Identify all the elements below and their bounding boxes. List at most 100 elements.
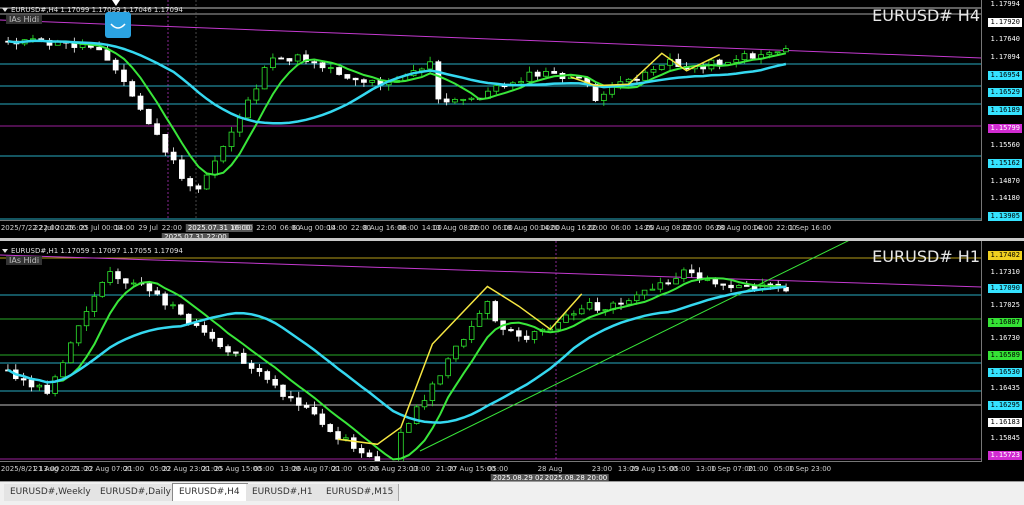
candle-body bbox=[704, 279, 711, 281]
price-label: 1.16887 bbox=[988, 317, 1022, 327]
candle-body bbox=[129, 81, 136, 97]
time-label: 06:00 bbox=[398, 224, 419, 232]
candle-body bbox=[508, 329, 514, 332]
candle-body bbox=[146, 283, 153, 292]
h4-header: EURUSD#,H4 1.17099 1.17099 1.17046 1.170… bbox=[2, 6, 183, 14]
candle-body bbox=[352, 77, 359, 81]
time-label: 05:00 bbox=[487, 465, 509, 473]
tab-eurusd--daily[interactable]: EURUSD#,Daily bbox=[94, 484, 173, 501]
candle-body bbox=[453, 345, 459, 360]
h4-time-axis[interactable]: 2025/7/22 22:00 22 Jul 2025 06:00 25 Jul 00… bbox=[0, 220, 982, 241]
time-label: 08:00 bbox=[232, 224, 253, 232]
h1-time-axis[interactable]: 2025/8/21 13:00 21 Aug 2025 21:00 22 Aug 07… bbox=[0, 461, 982, 482]
zigzag-line bbox=[338, 285, 583, 446]
moving-average-fast bbox=[7, 277, 787, 461]
price-label: 1.17994 bbox=[988, 0, 1022, 9]
candle-body bbox=[36, 384, 43, 388]
price-label: 1.16295 bbox=[988, 401, 1022, 410]
candle-body bbox=[68, 342, 74, 364]
candle-body bbox=[311, 61, 318, 64]
candle-body bbox=[99, 282, 106, 297]
price-label: 1.17920 bbox=[988, 17, 1022, 27]
candle-body bbox=[366, 452, 373, 458]
candle-body bbox=[633, 294, 640, 302]
h1-symbol-title: EURUSD# H1 bbox=[872, 247, 980, 266]
candle-body bbox=[335, 431, 341, 440]
candle-body bbox=[201, 325, 208, 333]
candle-body bbox=[492, 301, 499, 322]
candle-body bbox=[551, 71, 558, 74]
candle-body bbox=[154, 290, 161, 295]
candle-body bbox=[563, 314, 569, 323]
tab-eurusd--weekly[interactable]: EURUSD#,Weekly bbox=[4, 484, 95, 501]
candle-body bbox=[253, 88, 260, 101]
candle-body bbox=[733, 59, 740, 63]
candle-body bbox=[634, 78, 640, 81]
price-label: 1.16183 bbox=[988, 417, 1022, 427]
time-label: 14:00 bbox=[327, 224, 348, 232]
chart-h4[interactable]: EURUSD#,H4 1.17099 1.17099 1.17046 1.170… bbox=[0, 0, 1024, 241]
candle-body bbox=[91, 295, 98, 312]
h1-price-axis[interactable]: 1.17402 1.17310 1.17090 1.17025 1.16887 1.167… bbox=[981, 241, 1024, 461]
candle-body bbox=[286, 58, 293, 62]
candle-body bbox=[429, 383, 436, 401]
candle-body bbox=[240, 352, 247, 364]
time-label: 1 Sep 07:00 bbox=[710, 465, 754, 473]
tab-eurusd--h1[interactable]: EURUSD#,H1 bbox=[246, 484, 321, 501]
time-label: 21:00 bbox=[331, 465, 353, 473]
candle-body bbox=[782, 48, 789, 53]
tab-eurusd--m15[interactable]: EURUSD#,M15 bbox=[320, 484, 399, 501]
candle-body bbox=[272, 379, 278, 386]
candle-body bbox=[336, 67, 342, 75]
candle-body bbox=[427, 61, 433, 70]
indicator-badge-icon[interactable] bbox=[105, 12, 131, 38]
candle-body bbox=[650, 69, 657, 73]
time-label: 1 Sep 23:00 bbox=[788, 465, 832, 473]
price-label: 1.17402 bbox=[988, 251, 1022, 260]
candle-body bbox=[749, 53, 756, 59]
candle-body bbox=[30, 38, 36, 41]
candle-body bbox=[443, 98, 450, 103]
candle-body bbox=[327, 424, 333, 432]
candle-body bbox=[75, 325, 82, 344]
time-label: 22:00 bbox=[468, 224, 490, 232]
chart-h1[interactable]: EURUSD#,H1 1.17059 1.17097 1.17055 1.170… bbox=[0, 241, 1024, 482]
candle-body bbox=[657, 282, 664, 290]
candle-body bbox=[468, 97, 475, 100]
h4-symbol-title: EURUSD# H4 bbox=[872, 6, 980, 25]
candle-body bbox=[115, 271, 121, 280]
support-trendline[interactable] bbox=[419, 241, 860, 452]
candle-body bbox=[767, 283, 774, 286]
candle-body bbox=[107, 271, 113, 283]
price-label: 1.17094 bbox=[988, 53, 1022, 62]
candle-body bbox=[531, 331, 538, 340]
h4-plot-area[interactable] bbox=[0, 0, 982, 220]
candle-body bbox=[44, 384, 50, 394]
candle-body bbox=[578, 308, 585, 315]
candle-body bbox=[741, 53, 748, 61]
candle-body bbox=[586, 302, 593, 310]
trendline[interactable] bbox=[0, 19, 982, 59]
candle-body bbox=[681, 269, 687, 279]
candle-body bbox=[264, 371, 271, 380]
candle-body bbox=[594, 302, 601, 311]
price-label: 1.17025 bbox=[988, 301, 1022, 310]
candle-body bbox=[209, 331, 216, 339]
price-label: 1.16730 bbox=[988, 334, 1022, 344]
h4-indicator-label: IAs Hidi bbox=[6, 15, 43, 24]
candle-body bbox=[468, 325, 475, 340]
h1-plot-area[interactable] bbox=[0, 241, 982, 461]
candle-body bbox=[626, 300, 632, 305]
time-label: 28 Aug bbox=[537, 465, 563, 473]
candle-body bbox=[303, 404, 310, 408]
h4-price-axis[interactable]: 1.17994 1.17920 1.17640 1.17094 1.16954 1.165… bbox=[981, 0, 1024, 221]
candle-body bbox=[406, 423, 412, 433]
time-label: 05:00 bbox=[669, 465, 691, 473]
price-label: 1.14180 bbox=[988, 194, 1022, 204]
price-label: 1.17640 bbox=[988, 35, 1022, 45]
candle-body bbox=[435, 61, 442, 100]
candle-body bbox=[60, 362, 66, 378]
price-label: 1.16954 bbox=[988, 70, 1022, 80]
smile-icon bbox=[110, 23, 126, 29]
tab-eurusd--h4[interactable]: EURUSD#,H4 bbox=[172, 483, 248, 501]
